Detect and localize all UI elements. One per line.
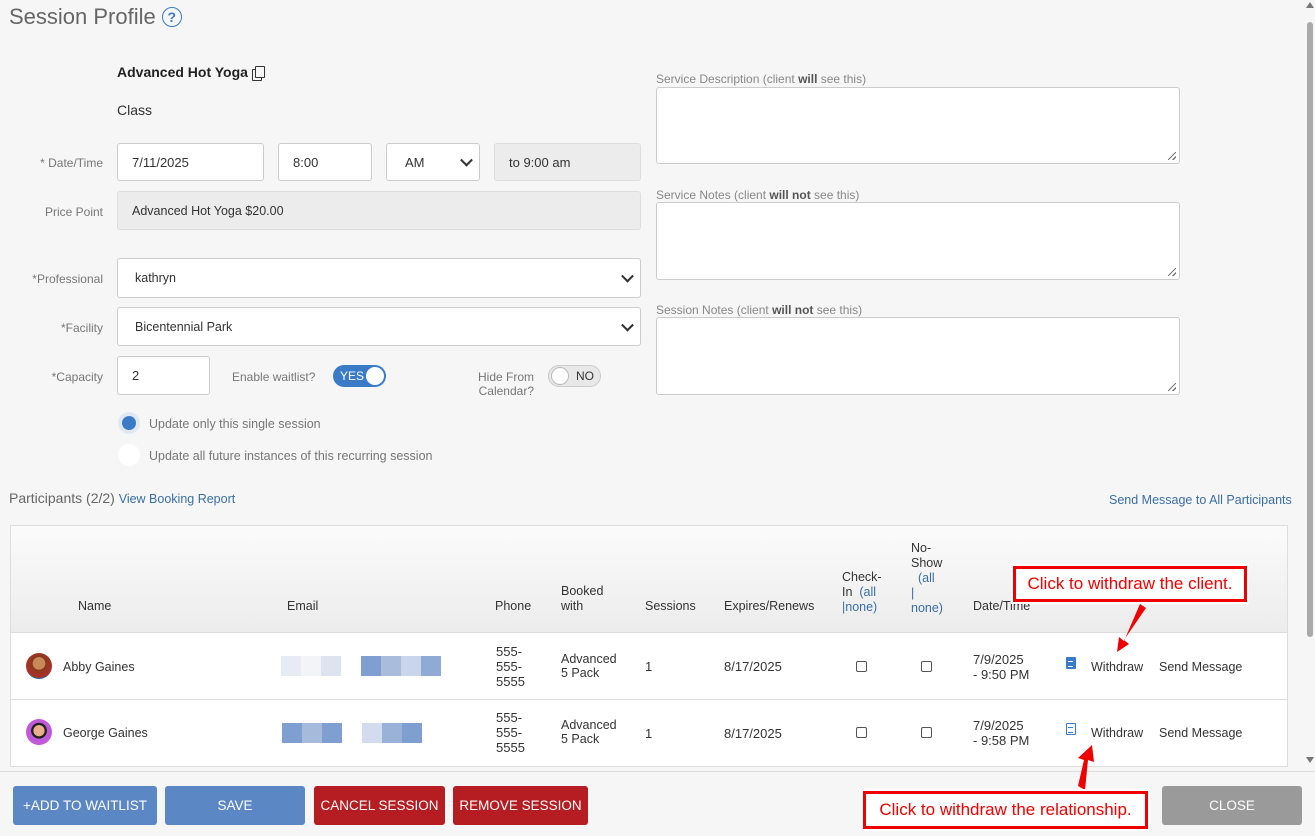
callout-arrows (1078, 604, 1146, 790)
arrow-to-withdraw-relationship (1078, 745, 1094, 790)
arrow-to-withdraw-client (1117, 604, 1146, 652)
callout-withdraw-client: Click to withdraw the client. (1013, 566, 1247, 602)
callout-withdraw-relationship: Click to withdraw the relationship. (863, 791, 1148, 829)
